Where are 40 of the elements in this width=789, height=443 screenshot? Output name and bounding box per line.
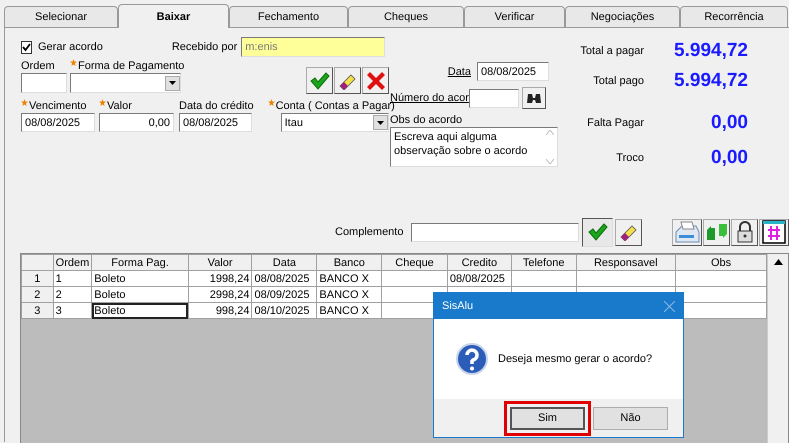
total-label: Total a pagar bbox=[579, 45, 644, 57]
field-label: Data bbox=[448, 66, 471, 78]
total-label: Total pago bbox=[592, 75, 644, 87]
field-label: Complemento bbox=[335, 226, 404, 238]
field-label: Data do crédito bbox=[179, 99, 254, 113]
table-cell: BANCO X bbox=[316, 270, 382, 286]
row-number: 1 bbox=[22, 270, 54, 286]
row-number: 2 bbox=[22, 286, 54, 302]
table-cell: Boleto bbox=[92, 270, 188, 286]
total-value: 0,00 bbox=[710, 147, 748, 169]
dialog-message: Deseja mesmo gerar o acordo? bbox=[498, 353, 652, 365]
table-cell: 2 bbox=[53, 286, 92, 302]
table-cell: 998,24 bbox=[188, 302, 252, 318]
table-cell: 08/10/2025 bbox=[252, 302, 317, 318]
table-cell: Boleto bbox=[92, 302, 188, 318]
field-label: Ordem bbox=[21, 59, 55, 73]
table-cell: 08/09/2025 bbox=[252, 286, 317, 302]
row-number: 3 bbox=[22, 302, 54, 318]
field-label: Obs do acordo bbox=[390, 113, 462, 127]
field-label: Vencimento bbox=[29, 99, 86, 113]
total-value: 0,00 bbox=[710, 112, 748, 134]
field-label: Conta ( Contas a Pagar) bbox=[276, 100, 395, 113]
table-cell: 1 bbox=[53, 270, 92, 286]
field-label: Recebido por bbox=[172, 41, 238, 53]
total-value: 5.994,72 bbox=[673, 40, 748, 62]
table-cell: BANCO X bbox=[316, 302, 382, 318]
dialog-title: SisAlu bbox=[442, 300, 474, 312]
total-label: Falta Pagar bbox=[586, 117, 644, 129]
checkbox-label: Gerar acordo bbox=[38, 41, 103, 53]
table-cell: Boleto bbox=[92, 286, 188, 302]
table-cell: 1998,24 bbox=[188, 270, 252, 286]
table-cell: 08/08/2025 bbox=[252, 270, 317, 286]
table-cell: 2998,24 bbox=[188, 286, 252, 302]
total-value: 5.994,72 bbox=[673, 70, 748, 92]
table-cell: BANCO X bbox=[316, 286, 382, 302]
table-cell: 08/08/2025 bbox=[447, 270, 512, 286]
total-label: Troco bbox=[615, 152, 644, 164]
field-label: Valor bbox=[107, 99, 132, 113]
table-cell: 3 bbox=[53, 302, 92, 318]
field-label: Forma de Pagamento bbox=[78, 59, 184, 73]
